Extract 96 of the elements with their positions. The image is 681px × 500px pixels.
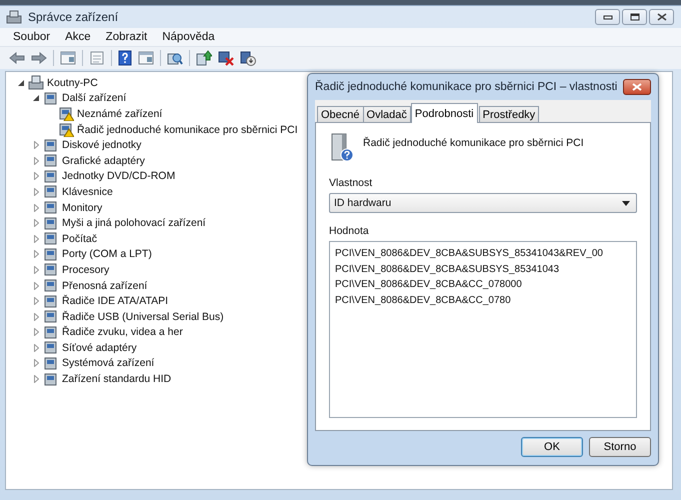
expand-arrow-icon[interactable] [34,344,38,352]
device-question-icon [329,133,355,163]
close-button[interactable] [623,79,651,95]
tab[interactable]: Podrobnosti [410,103,478,123]
maximize-button[interactable] [622,9,647,25]
expand-arrow-icon[interactable] [34,375,38,384]
dialog-title: Řadič jednoduché komunikace pro sběrnici PCI – vlastnosti [315,81,618,93]
tree-item[interactable]: Síťové adaptéry [62,342,137,354]
uninstall-device-icon[interactable] [240,50,256,66]
tree-item[interactable]: Řadiče USB (Universal Serial Bus) [62,310,224,323]
menu-item[interactable]: Soubor [13,31,50,43]
device-name: Řadič jednoduché komunikace pro sběrnici PCI [363,137,584,149]
device-icon [43,324,59,340]
device-icon [43,278,59,294]
device-icon [43,356,59,371]
device-icon [43,340,59,356]
collapse-arrow-icon[interactable] [18,80,24,86]
property-dropdown[interactable]: ID hardwaru [329,193,637,213]
tree-item[interactable]: Koutny-PC [47,76,98,89]
value-item[interactable]: PCI\VEN_8086&DEV_8CBA&SUBSYS_85341043&REV_00 [335,246,631,262]
tree-item[interactable]: Diskové jednotky [62,139,142,152]
computer-icon [28,75,44,90]
tab[interactable]: Prostředky [478,106,540,123]
value-item[interactable]: PCI\VEN_8086&DEV_8CBA&CC_0780 [335,292,631,308]
tree-item[interactable]: Monitory [62,202,102,214]
expand-arrow-icon[interactable] [34,297,38,306]
disable-device-icon[interactable] [218,50,234,66]
tree-item[interactable]: Řadič jednoduché komunikace pro sběrnici PCI [77,124,298,136]
device-icon [43,262,59,278]
tree-item[interactable]: Grafické adaptéry [62,154,145,167]
expand-arrow-icon[interactable] [34,234,38,243]
device-icon [43,168,59,184]
tree-item[interactable]: Myši a jiná polohovací zařízení [62,217,206,230]
device-icon [43,138,59,153]
tree-item[interactable]: Systémová zařízení [62,357,154,370]
tree-item[interactable]: Neznámé zařízení [77,108,162,120]
device-icon [43,372,59,387]
back-arrow-icon[interactable] [9,52,25,64]
tree-item[interactable]: Další zařízení [62,92,126,104]
device-icon [43,216,59,231]
forward-arrow-icon[interactable] [31,52,47,64]
tree-item[interactable]: Procesory [62,264,110,276]
close-icon [632,83,642,91]
device-manager-icon [6,10,22,24]
tree-item[interactable]: Zařízení standardu HID [62,373,172,386]
expand-arrow-icon[interactable] [34,250,38,258]
expand-arrow-icon[interactable] [34,204,38,212]
expand-arrow-icon[interactable] [34,282,38,290]
expand-arrow-icon[interactable] [34,219,38,228]
device-icon [43,231,59,246]
tree-item[interactable]: Počítač [62,232,98,245]
property-label: Vlastnost [329,177,374,189]
device-icon [43,200,59,216]
tab[interactable]: Obecné [317,106,364,123]
expand-arrow-icon[interactable] [34,172,38,180]
tree-item[interactable]: Klávesnice [62,186,113,198]
device-icon [43,90,59,106]
maximize-icon [630,13,640,21]
device-icon [43,309,59,324]
panel-icon[interactable] [60,51,76,65]
dropdown-arrow-icon [622,200,630,206]
window-title: Správce zařízení [28,10,118,24]
device-icon [43,246,59,262]
expand-arrow-icon[interactable] [34,188,38,196]
tree-item[interactable]: Jednotky DVD/CD-ROM [62,170,176,182]
device-icon [43,184,59,200]
expand-arrow-icon[interactable] [34,328,38,336]
close-button[interactable] [649,9,674,25]
help-icon[interactable] [118,50,132,66]
minimize-icon [602,14,612,20]
expand-arrow-icon[interactable] [34,141,38,150]
value-item[interactable]: PCI\VEN_8086&DEV_8CBA&SUBSYS_85341043 [335,262,631,277]
close-icon [656,13,666,21]
update-driver-icon[interactable] [196,50,212,66]
ok-button[interactable]: OK [521,437,583,457]
expand-arrow-icon[interactable] [34,359,38,368]
tab[interactable]: Ovladač [362,106,411,123]
expand-arrow-icon[interactable] [34,266,38,274]
tree-item[interactable]: Přenosná zařízení [62,280,148,292]
tree-item[interactable]: Řadiče zvuku, videa a her [62,326,183,338]
tree-item[interactable]: Řadiče IDE ATA/ATAPI [62,295,168,308]
expand-arrow-icon[interactable] [34,312,38,321]
device-icon [43,153,59,168]
tree-item[interactable]: Porty (COM a LPT) [62,248,152,260]
menu-item[interactable]: Akce [65,31,91,43]
menu-item[interactable]: Zobrazit [106,31,148,43]
panel-icon[interactable] [138,51,154,65]
value-item[interactable]: PCI\VEN_8086&DEV_8CBA&CC_078000 [335,277,631,292]
minimize-button[interactable] [595,9,620,25]
device-icon [43,294,59,309]
properties-icon[interactable] [89,51,105,65]
value-label: Hodnota [329,225,370,237]
cancel-button[interactable]: Storno [589,437,651,457]
menu-item[interactable]: Nápověda [162,31,215,43]
collapse-arrow-icon[interactable] [33,95,39,102]
expand-arrow-icon[interactable] [34,156,38,165]
